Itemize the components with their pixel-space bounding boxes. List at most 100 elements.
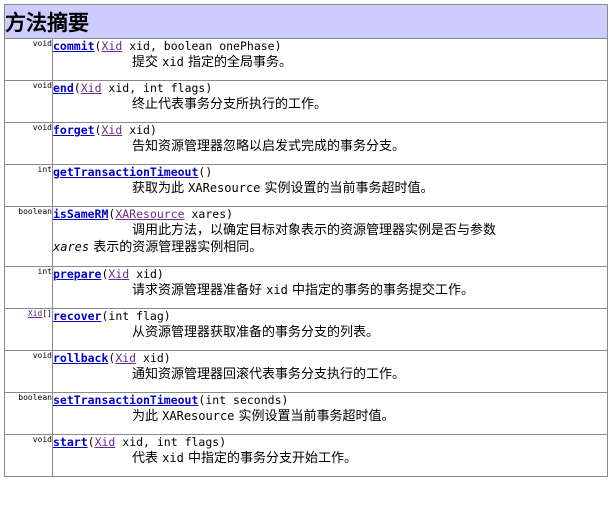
method-link-forget[interactable]: forget — [53, 123, 95, 137]
method-description: 通知资源管理器回滚代表事务分支执行的工作。 — [132, 367, 406, 382]
signature-params: xid, int flags) — [115, 435, 227, 449]
description-text: 指定的全局事务。 — [183, 55, 292, 70]
method-signature: start(Xid xid, int flags) — [53, 435, 607, 450]
method-link-get-transaction-timeout[interactable]: getTransactionTimeout — [53, 165, 198, 179]
signature-params: xid) — [122, 123, 157, 137]
return-type: int — [4, 164, 53, 207]
method-cell: start(Xid xid, int flags) 代表 xid 中指定的事务分… — [52, 434, 608, 477]
return-type: int — [4, 266, 53, 309]
signature-params: xid) — [136, 351, 171, 365]
return-type-suffix: [] — [42, 309, 52, 318]
method-link-commit[interactable]: commit — [53, 39, 95, 53]
method-cell: forget(Xid xid) 告知资源管理器忽略以启发式完成的事务分支。 — [52, 122, 608, 165]
return-type: void — [4, 80, 53, 123]
return-type-link-xid[interactable]: Xid — [28, 309, 42, 318]
description-text: 中指定的事务分支开始工作。 — [183, 451, 357, 466]
method-description: 为此 XAResource 实例设置当前事务超时值。 — [53, 408, 607, 425]
type-link-xaresource[interactable]: XAResource — [115, 207, 184, 221]
method-link-set-transaction-timeout[interactable]: setTransactionTimeout — [53, 393, 198, 407]
table-row: boolean isSameRM(XAResource xares) 调用此方法… — [4, 206, 608, 267]
signature-params: (int flag) — [101, 309, 171, 323]
return-type: boolean — [4, 206, 53, 267]
signature-params: xares) — [184, 207, 234, 221]
method-description: 请求资源管理器准备好 xid 中指定的事务的事务提交工作。 — [53, 282, 607, 299]
method-description: 调用此方法，以确定目标对象表示的资源管理器实例是否与参数 — [132, 223, 497, 238]
method-cell: recover(int flag) 从资源管理器获取准备的事务分支的列表。 — [52, 308, 608, 351]
return-type: void — [4, 350, 53, 393]
description-text: 中指定的事务的事务提交工作。 — [287, 283, 474, 298]
signature-params: (int seconds) — [198, 393, 289, 407]
method-cell: rollback(Xid xid) 通知资源管理器回滚代表事务分支执行的工作。 — [52, 350, 608, 393]
description-code: xid — [162, 451, 184, 465]
method-signature: rollback(Xid xid) — [53, 351, 607, 366]
type-link-xid[interactable]: Xid — [81, 81, 102, 95]
return-type: Xid[] — [4, 308, 53, 351]
method-link-end[interactable]: end — [53, 81, 74, 95]
table-row: int getTransactionTimeout() 获取为此 XAResou… — [4, 164, 608, 207]
description-text: 请求资源管理器准备好 — [132, 283, 267, 298]
method-cell: setTransactionTimeout(int seconds) 为此 XA… — [52, 392, 608, 435]
type-link-xid[interactable]: Xid — [115, 351, 136, 365]
table-row: void rollback(Xid xid) 通知资源管理器回滚代表事务分支执行… — [4, 350, 608, 393]
method-description-continued: xares 表示的资源管理器实例相同。 — [53, 239, 607, 256]
method-description: 获取为此 XAResource 实例设置的当前事务超时值。 — [53, 180, 607, 197]
table-row: void end(Xid xid, int flags) 终止代表事务分支所执行… — [4, 80, 608, 123]
method-signature: end(Xid xid, int flags) — [53, 81, 607, 96]
method-signature: recover(int flag) — [53, 309, 607, 324]
description-text: 表示的资源管理器实例相同。 — [89, 240, 263, 255]
method-description: 终止代表事务分支所执行的工作。 — [132, 97, 328, 112]
method-description: 告知资源管理器忽略以启发式完成的事务分支。 — [132, 139, 406, 154]
method-link-rollback[interactable]: rollback — [53, 351, 108, 365]
method-cell: prepare(Xid xid) 请求资源管理器准备好 xid 中指定的事务的事… — [52, 266, 608, 309]
table-row: void commit(Xid xid, boolean onePhase) 提… — [4, 38, 608, 81]
description-code: XAResource — [188, 181, 261, 195]
method-signature: isSameRM(XAResource xares) — [53, 207, 607, 222]
method-summary-table: 方法摘要 void commit(Xid xid, boolean onePha… — [4, 4, 608, 477]
description-code: xid — [266, 283, 288, 297]
method-signature: forget(Xid xid) — [53, 123, 607, 138]
table-row: void forget(Xid xid) 告知资源管理器忽略以启发式完成的事务分… — [4, 122, 608, 165]
method-link-prepare[interactable]: prepare — [53, 267, 101, 281]
method-description: 从资源管理器获取准备的事务分支的列表。 — [132, 325, 380, 340]
type-link-xid[interactable]: Xid — [108, 267, 129, 281]
description-code: xares — [53, 240, 90, 254]
type-link-xid[interactable]: Xid — [95, 435, 116, 449]
method-description: 代表 xid 中指定的事务分支开始工作。 — [53, 450, 607, 467]
return-type: boolean — [4, 392, 53, 435]
description-text: 实例设置当前事务超时值。 — [234, 409, 395, 424]
section-title: 方法摘要 — [4, 4, 608, 39]
method-signature: prepare(Xid xid) — [53, 267, 607, 282]
description-text: 获取为此 — [132, 181, 189, 196]
signature-paren: ( — [73, 81, 81, 95]
method-cell: isSameRM(XAResource xares) 调用此方法，以确定目标对象… — [52, 206, 608, 267]
description-text: 实例设置的当前事务超时值。 — [260, 181, 434, 196]
method-link-start[interactable]: start — [53, 435, 88, 449]
type-link-xid[interactable]: Xid — [101, 123, 122, 137]
description-text: 为此 — [132, 409, 163, 424]
description-text: 提交 — [132, 55, 163, 70]
signature-params: xid, boolean onePhase) — [122, 39, 282, 53]
type-link-xid[interactable]: Xid — [101, 39, 122, 53]
method-link-is-same-rm[interactable]: isSameRM — [53, 207, 108, 221]
signature-paren: ( — [87, 435, 95, 449]
method-cell: commit(Xid xid, boolean onePhase) 提交 xid… — [52, 38, 608, 81]
signature-params: xid, int flags) — [101, 81, 213, 95]
description-code: XAResource — [162, 409, 235, 423]
description-text: 代表 — [132, 451, 163, 466]
return-type: void — [4, 434, 53, 477]
method-summary-panel: 方法摘要 void commit(Xid xid, boolean onePha… — [4, 4, 608, 477]
return-type: void — [4, 38, 53, 81]
table-row: int prepare(Xid xid) 请求资源管理器准备好 xid 中指定的… — [4, 266, 608, 309]
method-signature: getTransactionTimeout() — [53, 165, 607, 180]
table-row: void start(Xid xid, int flags) 代表 xid 中指… — [4, 434, 608, 477]
table-row: boolean setTransactionTimeout(int second… — [4, 392, 608, 435]
signature-params: xid) — [129, 267, 164, 281]
return-type: void — [4, 122, 53, 165]
method-signature: setTransactionTimeout(int seconds) — [53, 393, 607, 408]
table-header-row: 方法摘要 — [4, 4, 608, 39]
description-code: xid — [162, 55, 184, 69]
method-cell: end(Xid xid, int flags) 终止代表事务分支所执行的工作。 — [52, 80, 608, 123]
method-link-recover[interactable]: recover — [53, 309, 101, 323]
method-cell: getTransactionTimeout() 获取为此 XAResource … — [52, 164, 608, 207]
table-row: Xid[] recover(int flag) 从资源管理器获取准备的事务分支的… — [4, 308, 608, 351]
